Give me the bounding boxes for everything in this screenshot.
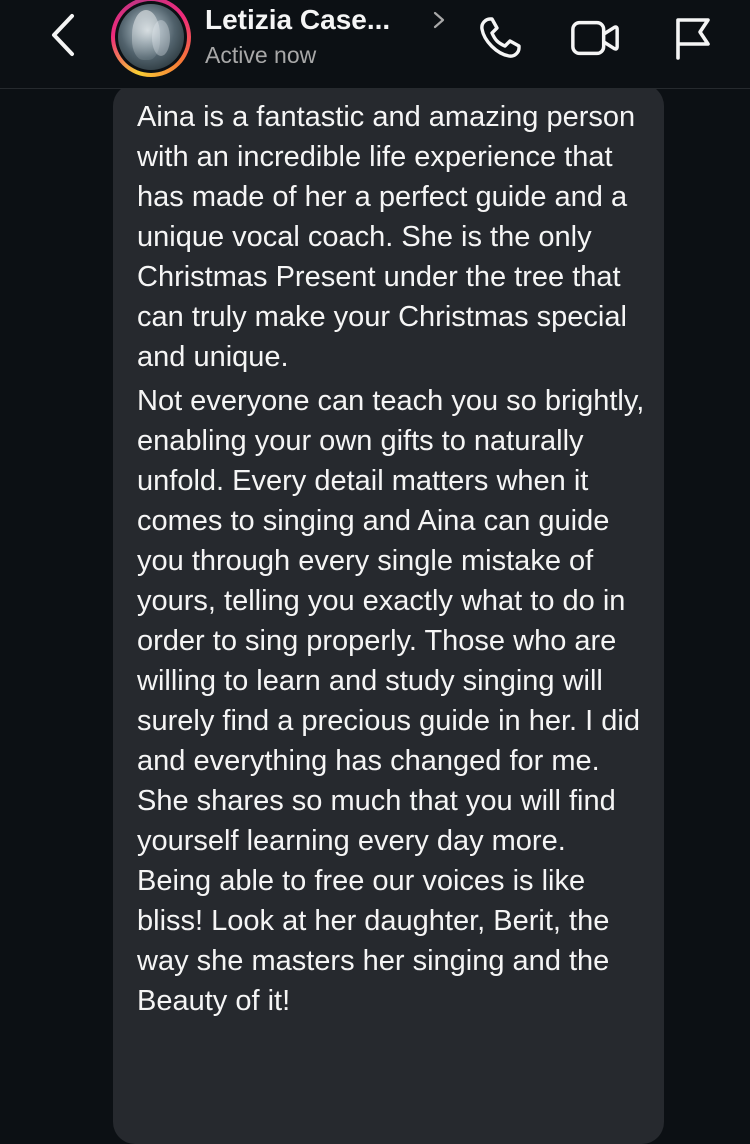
chat-header: Letizia Case... Active now xyxy=(0,0,750,89)
message-paragraph: Not everyone can teach you so brightly, … xyxy=(137,385,645,1017)
back-button[interactable] xyxy=(40,12,86,58)
phone-icon xyxy=(480,17,521,58)
chevron-left-icon xyxy=(52,14,74,56)
video-camera-icon xyxy=(571,20,619,56)
message-paragraph: Aina is a fantastic and amazing person w… xyxy=(137,101,636,373)
avatar-image xyxy=(118,4,184,70)
contact-info[interactable]: Letizia Case... Active now xyxy=(205,2,455,70)
contact-name: Letizia Case... xyxy=(205,4,391,35)
report-button[interactable] xyxy=(666,12,718,64)
avatar[interactable] xyxy=(111,0,191,77)
video-call-button[interactable] xyxy=(569,12,621,64)
active-status: Active now xyxy=(205,42,317,68)
chevron-right-icon xyxy=(433,11,445,29)
audio-call-button[interactable] xyxy=(474,12,526,64)
flag-icon xyxy=(676,18,710,60)
message-bubble[interactable]: Aina is a fantastic and amazing person w… xyxy=(113,84,664,1144)
